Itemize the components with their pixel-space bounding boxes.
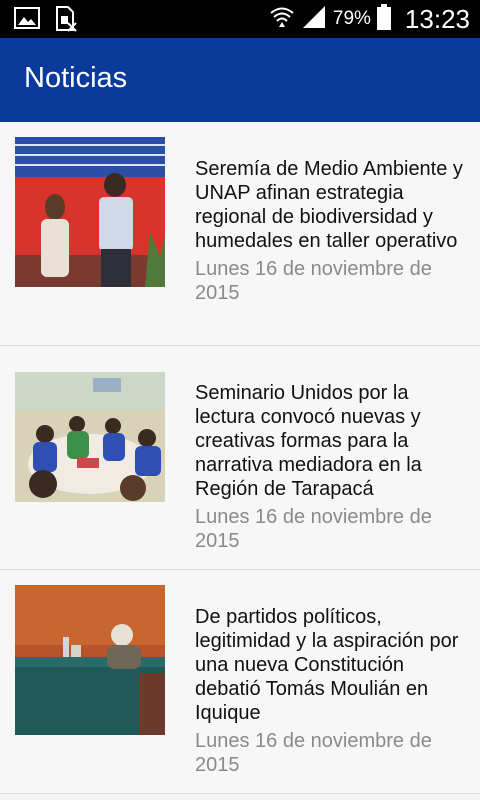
wifi-icon: [269, 4, 295, 35]
news-item[interactable]: De partidos políticos, legitimidad y la …: [0, 570, 480, 794]
battery-icon: [376, 3, 391, 35]
news-item[interactable]: Seremía de Medio Ambiente y UNAP afinan …: [0, 122, 480, 346]
status-bar: 79% 13:23: [0, 0, 480, 38]
news-date: Lunes 16 de noviembre de 2015: [195, 730, 432, 776]
news-date: Lunes 16 de noviembre de 2015: [195, 258, 432, 304]
news-list: Seremía de Medio Ambiente y UNAP afinan …: [0, 122, 480, 794]
sim-icon: [54, 6, 78, 37]
news-headline: Seremía de Medio Ambiente y UNAP afinan …: [195, 158, 463, 252]
news-date: Lunes 16 de noviembre de 2015: [195, 506, 432, 552]
news-item[interactable]: Seminario Unidos por la lectura convocó …: [0, 346, 480, 570]
news-thumbnail: [15, 137, 165, 287]
battery-percent: 79%: [332, 8, 371, 29]
app-bar: Noticias: [0, 38, 480, 122]
news-headline: Seminario Unidos por la lectura convocó …: [195, 382, 422, 500]
image-icon: [14, 6, 40, 37]
news-thumbnail: [15, 585, 165, 735]
signal-icon: [301, 4, 327, 35]
news-thumbnail: [15, 372, 165, 502]
clock: 13:23: [404, 3, 470, 34]
news-headline: De partidos políticos, legitimidad y la …: [195, 606, 459, 724]
page-title: Noticias: [24, 62, 128, 94]
